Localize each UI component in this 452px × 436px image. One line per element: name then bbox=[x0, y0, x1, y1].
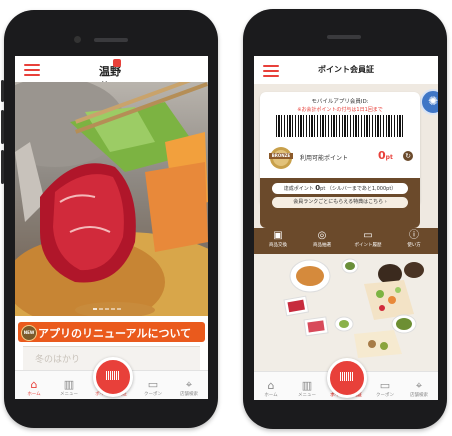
new-badge-label: NEW bbox=[23, 330, 35, 335]
sun-icon: ✺ bbox=[427, 94, 438, 108]
refresh-icon[interactable]: ↻ bbox=[403, 151, 413, 161]
nav-menu[interactable]: ▥ メニュー bbox=[290, 379, 324, 399]
nav-home-label: ホーム bbox=[27, 392, 41, 397]
target-icon: ◎ bbox=[317, 230, 327, 241]
barcode-icon bbox=[340, 372, 354, 381]
action-howto-label: 使い方 bbox=[407, 243, 421, 248]
info-text: 冬のはかり bbox=[35, 355, 81, 365]
app-header: 温野菜 bbox=[15, 56, 208, 94]
point-card-center-button[interactable] bbox=[93, 357, 133, 397]
app-header: ポイント会員証 bbox=[254, 56, 438, 84]
nav-coupon-label: クーポン bbox=[376, 393, 394, 398]
nav-menu-label: メニュー bbox=[60, 392, 78, 397]
action-lottery[interactable]: ◎ 商品抽選 bbox=[302, 230, 342, 248]
nav-store-search-label: 店舗検索 bbox=[180, 392, 198, 397]
action-howto[interactable]: ⓘ 使い方 bbox=[394, 230, 434, 248]
menu-icon[interactable] bbox=[24, 64, 40, 76]
hero-image[interactable] bbox=[15, 82, 208, 316]
achieved-points-box: 達成ポイント 0pt （シルバーまであと1,000pt） bbox=[272, 183, 408, 194]
nav-coupon[interactable]: ▭ クーポン bbox=[368, 379, 402, 399]
info-icon: ⓘ bbox=[409, 230, 419, 241]
points-number: 0 bbox=[378, 149, 386, 162]
shabu-shabu-photo bbox=[15, 82, 208, 316]
food-spread-photo bbox=[283, 258, 424, 358]
barcode-icon bbox=[106, 371, 120, 380]
ticket-icon: ▭ bbox=[147, 378, 159, 391]
book-icon: ▥ bbox=[301, 379, 313, 392]
nav-home-label: ホーム bbox=[264, 393, 278, 398]
nav-home[interactable]: ⌂ ホーム bbox=[254, 379, 288, 399]
member-id-label: モバイルアプリ会員ID: bbox=[311, 99, 369, 105]
renewal-banner[interactable]: NEW アプリのリニューアルについて bbox=[18, 322, 205, 342]
nav-menu[interactable]: ▥ メニュー bbox=[52, 378, 86, 398]
nav-store-search[interactable]: ⌖ 店舗検索 bbox=[172, 378, 206, 398]
member-barcode[interactable] bbox=[276, 115, 404, 137]
logo-seal-icon bbox=[113, 59, 121, 67]
food-spread-image bbox=[254, 254, 438, 372]
rank-badge: BRONZE bbox=[266, 142, 296, 172]
nav-home[interactable]: ⌂ ホーム bbox=[17, 378, 51, 398]
nav-coupon-label: クーポン bbox=[144, 392, 162, 397]
left-phone: 温野菜 bbox=[1, 10, 218, 428]
rank-badge-label: BRONZE bbox=[271, 153, 291, 158]
rank-progress-panel: 達成ポイント 0pt （シルバーまであと1,000pt） 会員ランクごとにもらえ… bbox=[260, 178, 420, 228]
nav-coupon[interactable]: ▭ クーポン bbox=[136, 378, 170, 398]
nav-store-search-label: 店舗検索 bbox=[410, 393, 428, 398]
left-screen: 温野菜 bbox=[15, 56, 208, 399]
nav-menu-label: メニュー bbox=[298, 393, 316, 398]
location-pin-icon: ⌖ bbox=[415, 379, 423, 392]
action-exchange[interactable]: ▣ 商品交換 bbox=[258, 230, 298, 248]
available-points-value: 0pt bbox=[378, 149, 393, 162]
rank-benefit-link-label: 会員ランクごとにもらえる特典はこちら bbox=[293, 199, 384, 205]
action-lottery-label: 商品抽選 bbox=[313, 243, 331, 248]
page-title: ポイント会員証 bbox=[318, 65, 374, 74]
right-screen: ポイント会員証 ✺ モバイルアプリ会員ID: ※お会計ポイントの付与は1日1回ま… bbox=[254, 56, 438, 400]
banner-title: アプリのリニューアルについて bbox=[38, 327, 192, 340]
action-history-label: ポイント履歴 bbox=[354, 243, 382, 248]
point-limit-note: ※お会計ポイントの付与は1日1回まで bbox=[297, 107, 383, 113]
home-icon: ⌂ bbox=[30, 378, 38, 391]
points-unit: pt bbox=[385, 154, 393, 161]
ticket-icon: ▭ bbox=[379, 379, 391, 392]
silver-remaining-note: （シルバーまであと1,000pt） bbox=[326, 186, 397, 192]
home-icon: ⌂ bbox=[267, 379, 275, 392]
achieved-points-unit: pt bbox=[320, 186, 326, 192]
right-phone: ポイント会員証 ✺ モバイルアプリ会員ID: ※お会計ポイントの付与は1日1回ま… bbox=[243, 9, 447, 429]
achieved-points-label: 達成ポイント bbox=[283, 186, 314, 192]
brightness-button[interactable]: ✺ bbox=[420, 89, 438, 115]
available-points-label: 利用可能ポイント bbox=[300, 155, 349, 162]
nav-store-search[interactable]: ⌖ 店舗検索 bbox=[402, 379, 436, 399]
location-pin-icon: ⌖ bbox=[185, 378, 193, 391]
gift-icon: ▣ bbox=[273, 230, 283, 241]
action-exchange-label: 商品交換 bbox=[269, 243, 287, 248]
quick-actions: ▣ 商品交換 ◎ 商品抽選 ▭ ポイント履歴 ⓘ 使い方 bbox=[254, 228, 438, 254]
card-icon: ▭ bbox=[363, 230, 373, 241]
point-card-center-button[interactable] bbox=[327, 358, 367, 398]
action-history[interactable]: ▭ ポイント履歴 bbox=[348, 230, 388, 248]
new-badge: NEW bbox=[21, 325, 37, 341]
carousel-dots[interactable] bbox=[93, 308, 133, 312]
book-icon: ▥ bbox=[63, 378, 75, 391]
rank-benefit-link[interactable]: 会員ランクごとにもらえる特典はこちら › bbox=[272, 197, 408, 208]
logo: 温野菜 bbox=[99, 59, 129, 94]
